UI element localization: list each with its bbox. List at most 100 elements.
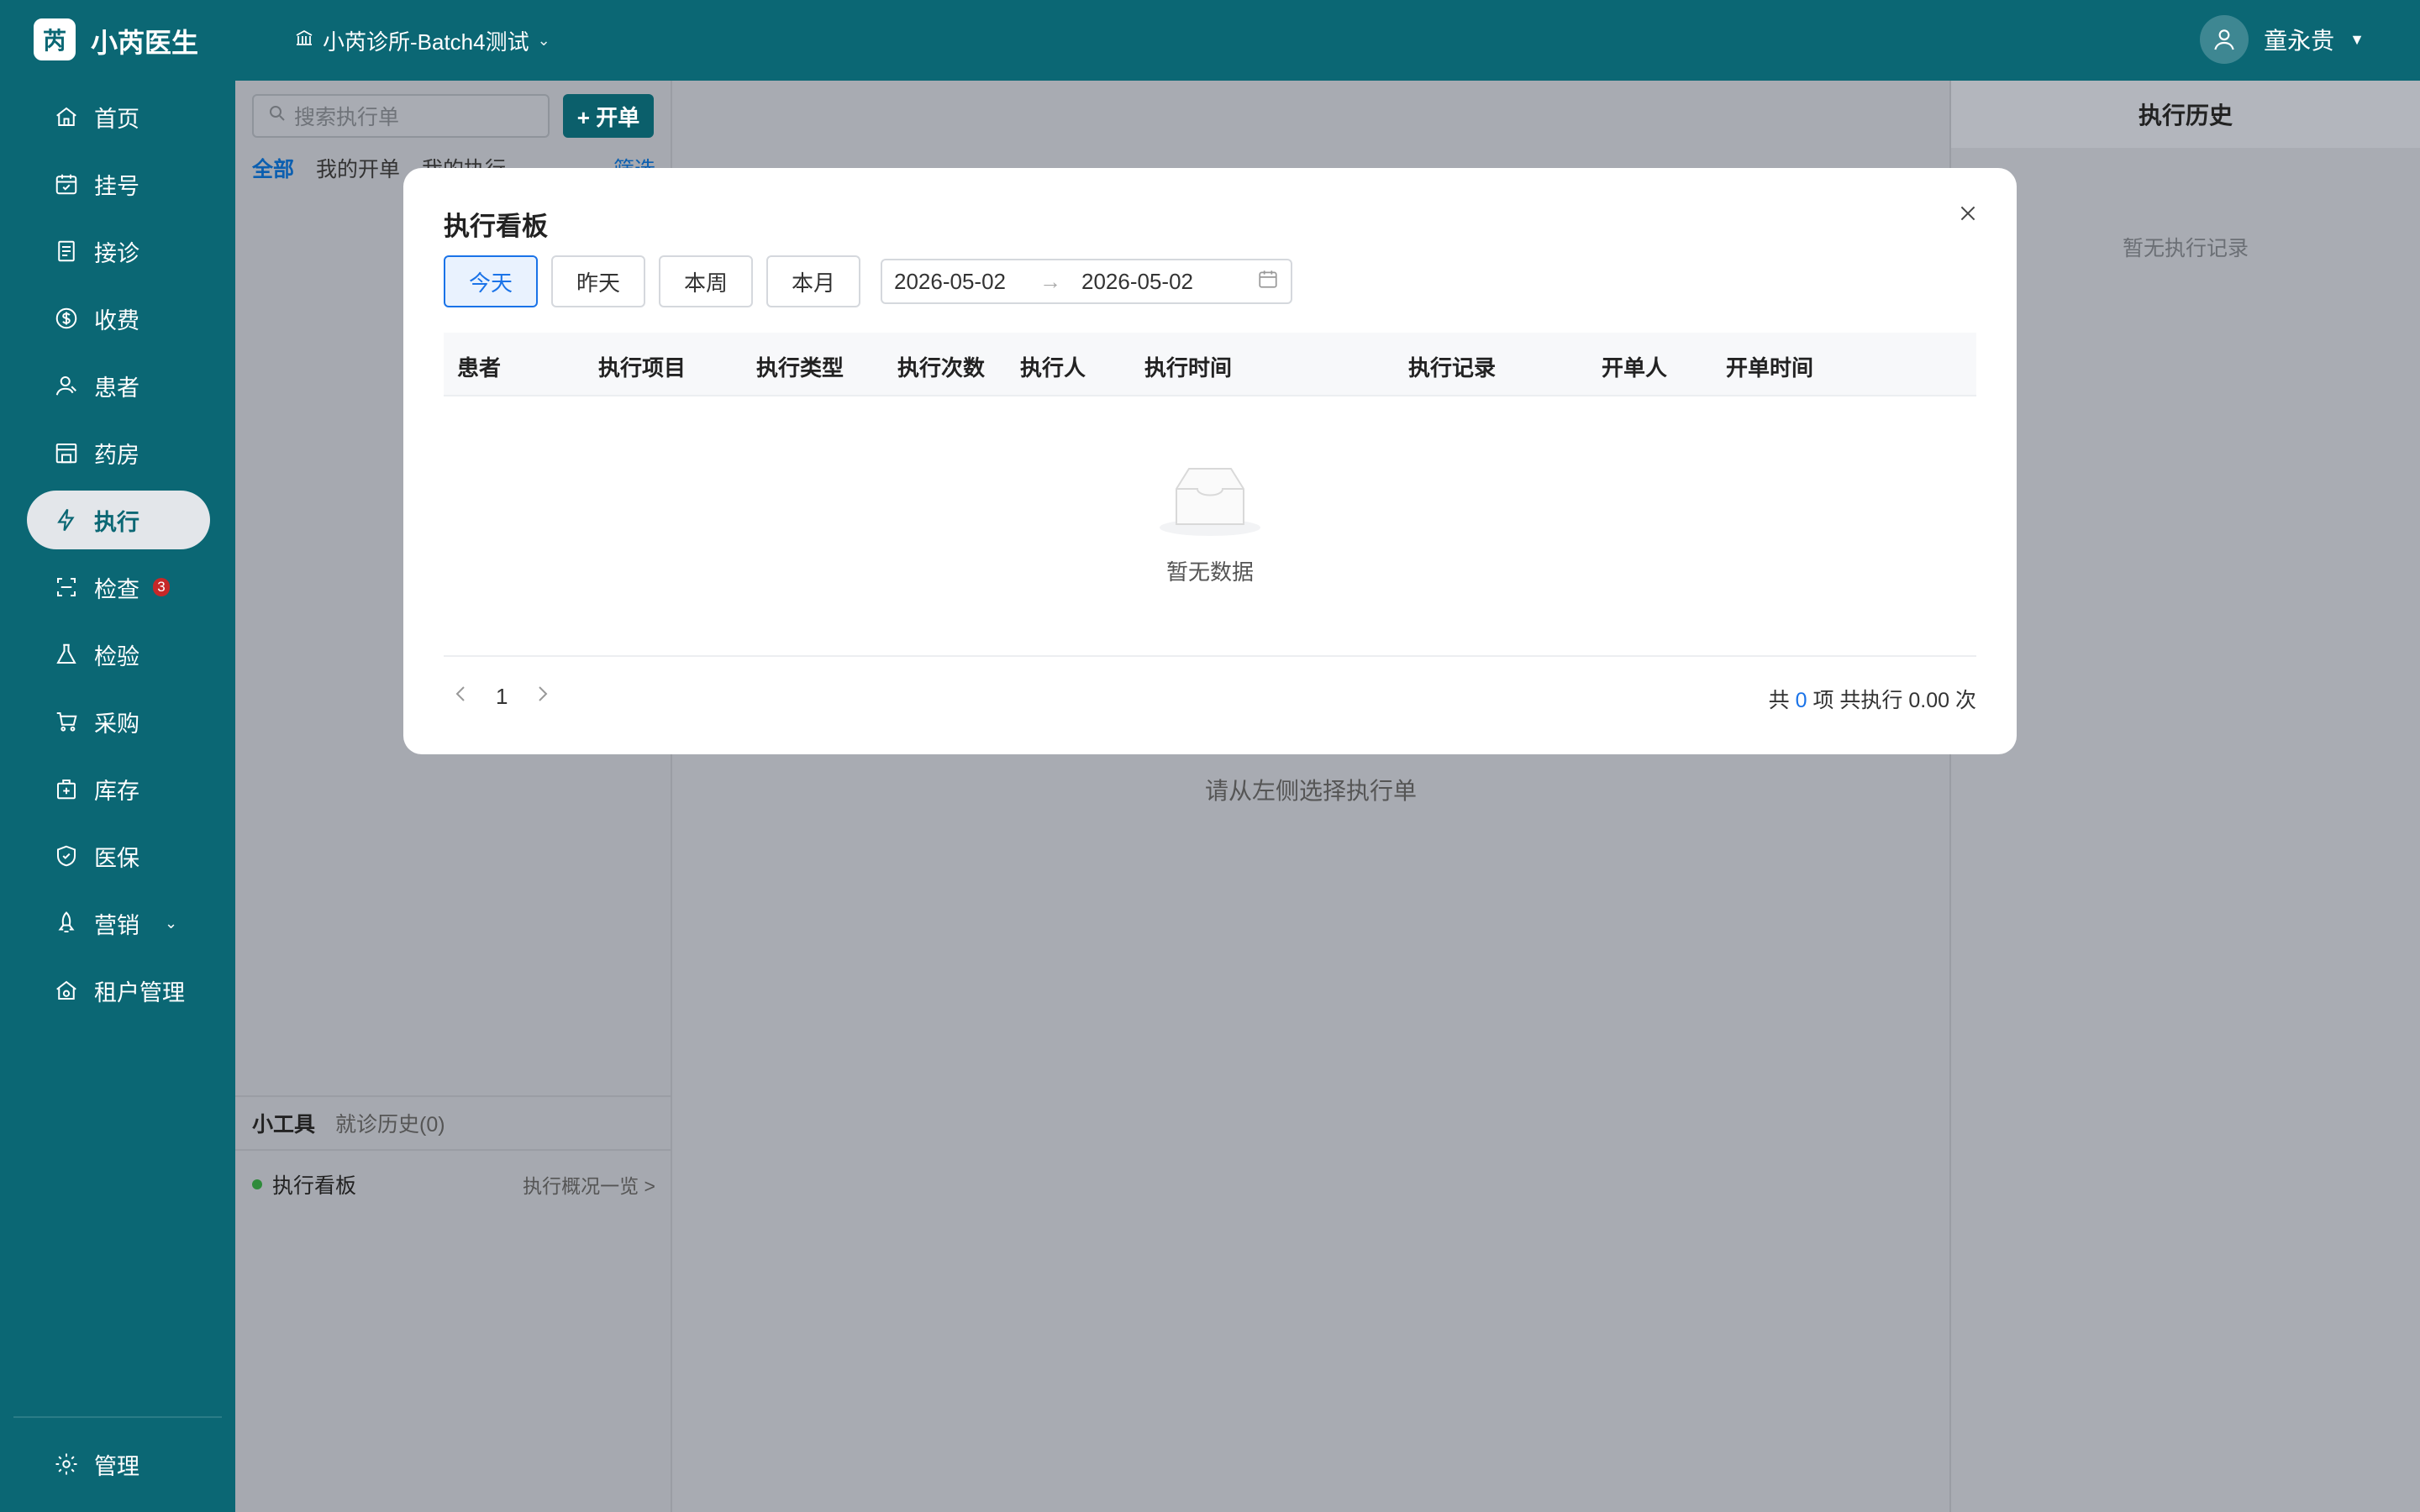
sidebar-item-label: 接诊	[94, 240, 139, 266]
date-end[interactable]: 2026-05-02	[1081, 269, 1193, 295]
search-placeholder: 搜索执行单	[294, 106, 400, 129]
exam-count-badge: 3	[153, 578, 170, 596]
sidebar-item-pharmacy[interactable]: 药房	[27, 423, 210, 482]
chevron-right-icon[interactable]	[534, 685, 550, 709]
sidebar-item-label: 医保	[94, 845, 139, 871]
box-icon	[52, 774, 81, 803]
sidebar-item-lab[interactable]: 检验	[27, 625, 210, 684]
chevron-down-icon: ⌄	[165, 914, 178, 932]
sidebar-item-execute[interactable]: 执行	[27, 491, 210, 549]
house-gear-icon	[52, 976, 81, 1005]
sidebar-item-label: 患者	[94, 375, 139, 401]
sidebar-item-label: 营销	[94, 912, 139, 938]
sidebar-item-purchase[interactable]: 采购	[27, 692, 210, 751]
new-order-button[interactable]: + 开单	[563, 94, 654, 138]
avatar	[2200, 15, 2249, 64]
chevron-down-icon: ⌄	[537, 32, 550, 49]
date-start[interactable]: 2026-05-02	[894, 269, 1006, 295]
summary-count: 0	[1795, 689, 1807, 712]
tab-visit-history[interactable]: 就诊历史(0)	[335, 1108, 445, 1138]
tab-all[interactable]: 全部	[252, 153, 294, 183]
range-today-button[interactable]: 今天	[444, 255, 538, 307]
sidebar-item-label: 采购	[94, 711, 139, 737]
execution-history-panel: 执行历史 暂无执行记录	[1949, 81, 2420, 1512]
range-month-button[interactable]: 本月	[766, 255, 860, 307]
column-header: 执行人	[1020, 355, 1086, 381]
empty-inbox-icon	[444, 464, 1976, 543]
sidebar: 首页 挂号 接诊 收费 患者 药房 执行 检查 3 检验 采购 库存 医保 营销…	[0, 81, 235, 1512]
calendar-icon	[52, 170, 81, 198]
sidebar-item-label: 检验	[94, 643, 139, 669]
clipboard-icon	[52, 237, 81, 265]
history-empty-text: 暂无执行记录	[2122, 237, 2249, 260]
cart-icon	[52, 707, 81, 736]
app-name: 小芮医生	[91, 28, 199, 58]
execution-overview-link[interactable]: 执行概况一览 >	[523, 1170, 655, 1199]
sidebar-item-exam[interactable]: 检查 3	[27, 558, 210, 617]
lightning-icon	[52, 506, 81, 534]
rocket-icon	[52, 909, 81, 937]
calendar-icon	[1257, 268, 1279, 296]
sidebar-item-label: 挂号	[94, 173, 139, 199]
scan-icon	[52, 573, 81, 601]
tab-my-orders[interactable]: 我的开单	[316, 153, 400, 183]
date-range-buttons: 今天 昨天 本周 本月	[444, 255, 860, 307]
sidebar-item-tenant[interactable]: 租户管理	[27, 961, 210, 1020]
table-header: 患者 执行项目 执行类型 执行次数 执行人 执行时间 执行记录 开单人 开单时间	[444, 333, 1976, 396]
sidebar-item-home[interactable]: 首页	[27, 87, 210, 146]
sidebar-item-marketing[interactable]: 营销 ⌄	[27, 894, 210, 953]
sidebar-item-label: 收费	[94, 307, 139, 333]
app-logo: 芮	[34, 18, 76, 60]
store-icon	[52, 438, 81, 467]
sidebar-item-admin[interactable]: 管理	[27, 1435, 210, 1494]
column-header: 患者	[457, 355, 502, 381]
sidebar-item-insurance[interactable]: 医保	[27, 827, 210, 885]
date-range-picker[interactable]: 2026-05-02 → 2026-05-02	[881, 259, 1292, 304]
tab-tools[interactable]: 小工具	[252, 1108, 315, 1138]
sidebar-item-billing[interactable]: 收费	[27, 289, 210, 348]
column-header: 开单人	[1602, 355, 1668, 381]
search-icon	[267, 103, 287, 129]
summary-text: 共 0 项 共执行 0.00 次	[1769, 684, 1976, 714]
search-input[interactable]: 搜索执行单	[252, 94, 550, 138]
chevron-left-icon[interactable]	[454, 685, 469, 709]
clinic-name: 小芮诊所-Batch4测试	[323, 29, 529, 55]
arrow-right-icon: →	[1039, 268, 1061, 294]
sidebar-item-label: 首页	[94, 106, 139, 132]
home-icon	[52, 102, 81, 131]
summary-mid: 项 共执行	[1812, 689, 1903, 712]
tools-section: 小工具 就诊历史(0) 执行看板 执行概况一览 >	[235, 1095, 672, 1218]
close-icon[interactable]	[1953, 198, 1983, 228]
select-order-hint: 请从左侧选择执行单	[1204, 778, 1417, 804]
sidebar-divider	[13, 1416, 222, 1418]
sidebar-item-label: 检查	[94, 576, 139, 602]
range-week-button[interactable]: 本周	[659, 255, 753, 307]
column-header: 执行类型	[756, 355, 844, 381]
user-menu[interactable]: 童永贵 ▼	[2200, 15, 2365, 64]
clinic-selector[interactable]: 小芮诊所-Batch4测试 ⌄	[294, 25, 550, 56]
range-yesterday-button[interactable]: 昨天	[551, 255, 645, 307]
execution-board-modal: 执行看板 今天 昨天 本周 本月 2026-05-02 → 2026-05-02…	[403, 168, 2017, 754]
column-header: 开单时间	[1726, 355, 1814, 381]
user-name: 童永贵	[2264, 28, 2335, 54]
sidebar-item-patients[interactable]: 患者	[27, 356, 210, 415]
modal-title: 执行看板	[444, 212, 548, 241]
tool-item-label: 执行看板	[272, 1174, 357, 1198]
tools-tabs: 小工具 就诊历史(0)	[235, 1097, 672, 1151]
current-page[interactable]: 1	[496, 684, 508, 710]
sidebar-item-consult[interactable]: 接诊	[27, 222, 210, 281]
empty-text: 暂无数据	[1165, 559, 1254, 585]
sidebar-item-label: 租户管理	[94, 979, 185, 1005]
column-header: 执行时间	[1144, 355, 1233, 381]
flask-icon	[52, 640, 81, 669]
history-title: 执行历史	[1951, 81, 2420, 148]
sidebar-item-register[interactable]: 挂号	[27, 155, 210, 213]
top-bar: 芮 小芮医生 小芮诊所-Batch4测试 ⌄ 童永贵 ▼	[0, 0, 2420, 81]
gear-icon	[52, 1450, 81, 1478]
shield-icon	[52, 842, 81, 870]
summary-suffix: 次	[1954, 689, 1976, 712]
sidebar-item-inventory[interactable]: 库存	[27, 759, 210, 818]
caret-down-icon: ▼	[2349, 30, 2365, 48]
summary-times: 0.00	[1908, 689, 1950, 712]
tool-item-execution-board[interactable]: 执行看板 执行概况一览 >	[235, 1151, 672, 1218]
